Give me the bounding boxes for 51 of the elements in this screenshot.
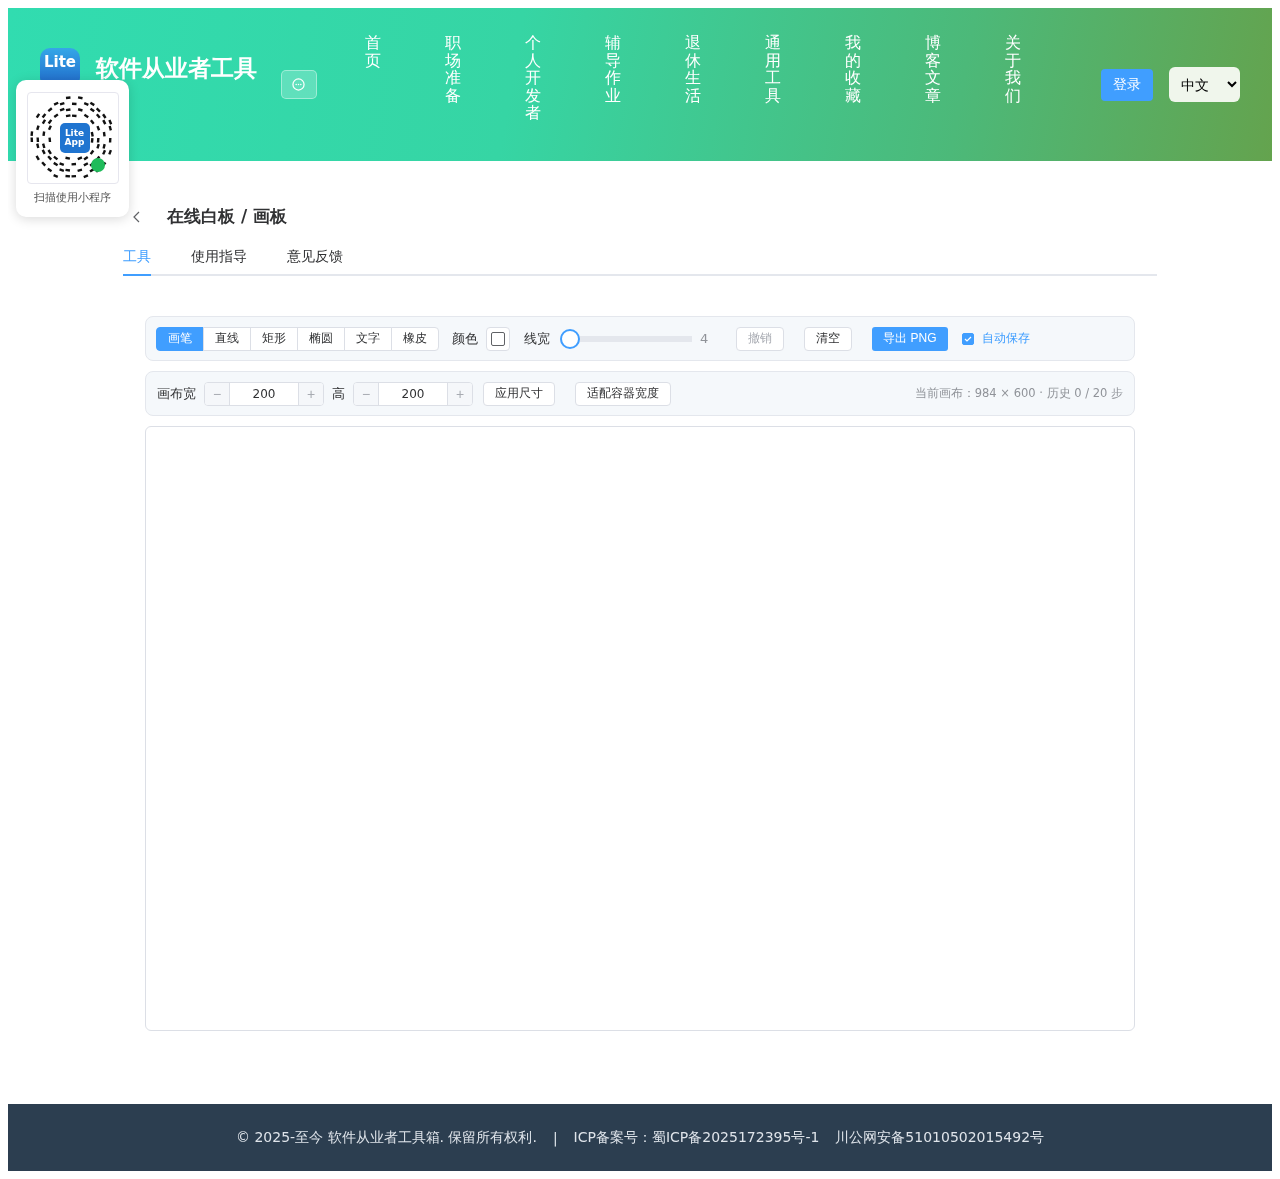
footer-separator: |	[552, 1129, 558, 1146]
tool-button[interactable]: 文字	[344, 326, 392, 351]
app-logo-icon: Lite App	[59, 123, 90, 153]
login-button[interactable]: 登录	[1100, 69, 1153, 101]
icp-link[interactable]: ICP备案号：蜀ICP备2025172395号-1	[573, 1128, 820, 1147]
nav-link[interactable]: 个人开发者	[516, 34, 597, 122]
autosave-label: 自动保存	[981, 330, 1030, 347]
tab[interactable]: 意见反馈	[287, 248, 343, 276]
tool-button[interactable]: 直线	[203, 326, 251, 351]
nav-link[interactable]: 辅导作业	[596, 34, 677, 122]
copyright-text: © 2025-至今 软件从业者工具箱. 保留所有权利.	[235, 1128, 537, 1147]
tool-button[interactable]: 矩形	[250, 326, 298, 351]
slider-thumb[interactable]	[560, 328, 580, 349]
nav-link[interactable]: 首页	[356, 34, 437, 122]
apply-size-button[interactable]: 应用尺寸	[483, 381, 555, 406]
line-width-value: 4	[700, 331, 709, 346]
nav-link[interactable]: 职场准备	[436, 34, 517, 122]
back-icon[interactable]	[133, 210, 141, 223]
minus-button[interactable]: −	[354, 382, 378, 405]
nav-link[interactable]: 退休生活	[676, 34, 757, 122]
nav-link[interactable]: 通用工具	[756, 34, 837, 122]
width-stepper[interactable]: − 200 +	[204, 381, 324, 406]
canvas-status: 当前画布：984 × 600 · 历史 0 / 20 步	[914, 386, 1123, 401]
clear-button[interactable]: 清空	[804, 326, 853, 351]
chat-icon	[292, 78, 306, 91]
tab[interactable]: 使用指导	[191, 248, 247, 276]
site-title: 软件从业者工具	[96, 53, 257, 83]
tab[interactable]: 工具	[123, 248, 151, 276]
canvas-height-label: 高	[332, 384, 345, 403]
nav-link[interactable]: 博客文章	[916, 34, 997, 122]
fit-width-button[interactable]: 适配容器宽度	[575, 381, 671, 406]
plus-button[interactable]: +	[448, 382, 472, 405]
plus-button[interactable]: +	[299, 382, 323, 405]
nav-link[interactable]: 我的收藏	[836, 34, 917, 122]
canvas-width-label: 画布宽	[157, 384, 196, 403]
height-stepper[interactable]: − 200 +	[353, 381, 473, 406]
color-picker[interactable]	[486, 326, 510, 351]
autosave-checkbox[interactable]	[961, 332, 974, 345]
tool-button[interactable]: 画笔	[156, 326, 204, 351]
chat-button[interactable]	[281, 70, 317, 99]
language-select[interactable]: 中文	[1168, 67, 1240, 102]
tool-button[interactable]: 椭圆	[297, 326, 345, 351]
qr-caption: 扫描使用小程序	[34, 190, 111, 205]
color-label: 颜色	[452, 329, 478, 348]
minus-button[interactable]: −	[205, 382, 229, 405]
police-record-link[interactable]: 川公网安备51010502015492号	[835, 1128, 1045, 1147]
line-width-label: 线宽	[524, 329, 550, 348]
page-title: 在线白板 / 画板	[167, 205, 288, 228]
export-button[interactable]: 导出 PNG	[872, 326, 948, 351]
tool-button[interactable]: 橡皮	[391, 326, 439, 351]
nav-link[interactable]: 关于我们	[996, 34, 1077, 122]
